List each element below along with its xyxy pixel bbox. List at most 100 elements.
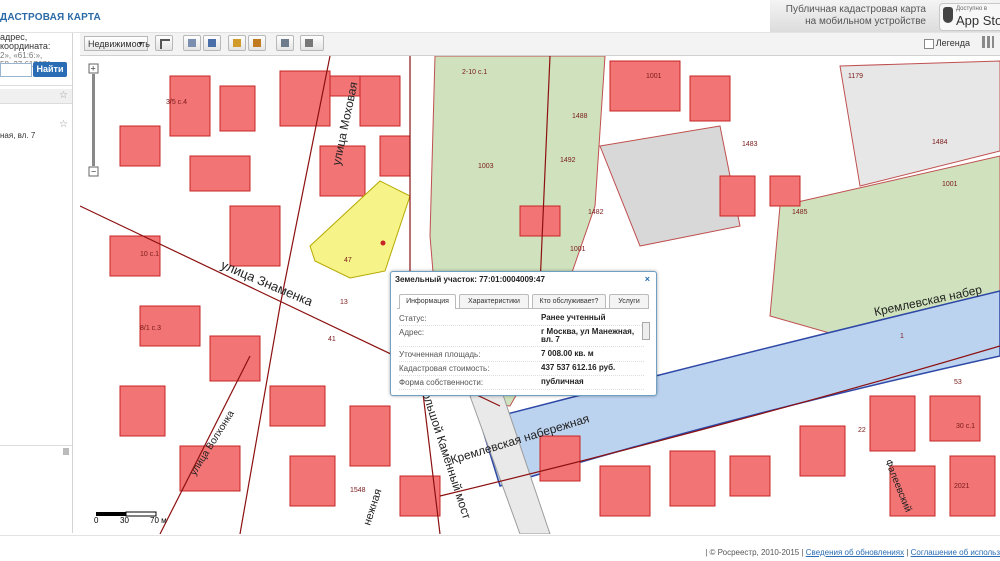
info-label: Форма собственности: [399, 378, 484, 387]
map-toolbar: Недвижимость ▼ Легенда [80, 33, 1000, 56]
scale-label: 30 [120, 516, 129, 525]
info-value: Ранее учтенный [541, 313, 606, 322]
agreement-link[interactable]: Соглашение об использ [911, 548, 1000, 557]
parcel[interactable] [229, 205, 281, 267]
parcel-label: 1 [900, 333, 904, 340]
parcel[interactable] [359, 75, 401, 127]
parcel-label: 8/1 с.3 [140, 325, 161, 332]
measure-tool-button[interactable] [228, 35, 246, 51]
parcel[interactable] [119, 385, 166, 437]
minus-icon: − [91, 167, 96, 177]
identify-icon [188, 39, 196, 47]
tab-info[interactable]: Информация [399, 294, 456, 309]
parcel[interactable] [349, 405, 391, 467]
search-input[interactable] [0, 63, 32, 77]
info-value: публичная [541, 377, 584, 386]
scale-label: 0 [94, 516, 99, 525]
parcel[interactable] [279, 70, 331, 127]
parcel[interactable] [689, 75, 731, 122]
layer-select[interactable]: Недвижимость ▼ [84, 36, 150, 51]
footer: | © Росреестр, 2010-2015 | Сведения об о… [0, 535, 1000, 561]
info-row: Уточненная площадь: 7 008.00 кв. м [399, 348, 644, 362]
mobile-promo[interactable]: Публичная кадастровая карта на мобильном… [770, 0, 1000, 32]
identify-tool-button[interactable] [183, 35, 201, 51]
favorite-star-icon[interactable]: ☆ [59, 90, 68, 101]
info-label: Адрес: [399, 328, 425, 337]
search-result-item[interactable]: ная, вл. 7 [0, 131, 35, 140]
parcel-label: 47 [344, 257, 352, 264]
print-button[interactable] [276, 35, 294, 51]
parcel[interactable] [289, 455, 336, 507]
parcel[interactable] [219, 85, 256, 132]
parcel[interactable] [769, 175, 801, 207]
building-tool-button[interactable] [203, 35, 221, 51]
parcel-label: 1485 [792, 209, 808, 216]
basemap-grid-icon[interactable] [982, 36, 994, 48]
legend-label: Легенда [935, 38, 970, 48]
search-hint-line: адрес, координата: [0, 33, 51, 51]
parcel-label: 1483 [742, 141, 758, 148]
parcel[interactable] [869, 395, 916, 452]
parcel-label: 2021 [954, 483, 970, 490]
appstore-label: App Stor [956, 13, 1000, 28]
parcel[interactable] [169, 75, 211, 137]
parcel[interactable] [729, 455, 771, 497]
parcel-label: 1548 [350, 487, 366, 494]
parcel-label: 1492 [560, 157, 576, 164]
parcel[interactable] [669, 450, 716, 507]
pointer-tool-button[interactable] [155, 35, 173, 51]
checkbox-icon [923, 38, 934, 49]
tab-services[interactable]: Услуги [609, 294, 649, 308]
popup-scrollbar[interactable] [642, 322, 650, 340]
footer-text: | © Росреестр, 2010-2015 | Сведения об о… [705, 548, 1000, 557]
layers-tool-button[interactable] [248, 35, 266, 51]
parcel-label: 22 [858, 427, 866, 434]
search-button[interactable]: Найти [33, 62, 67, 77]
parcel-label: 41 [328, 336, 336, 343]
parcel-label: 1001 [646, 73, 662, 80]
parcel[interactable] [269, 385, 326, 427]
trash-icon[interactable] [63, 448, 69, 455]
parcel-label: 10 с.1 [140, 251, 159, 258]
info-row: Статус: Ранее учтенный [399, 312, 644, 326]
parcel-label: 1001 [570, 246, 586, 253]
appstore-caption: Доступно в [956, 6, 988, 12]
parcel[interactable] [539, 435, 581, 482]
parcel[interactable] [929, 395, 981, 442]
updates-link[interactable]: Сведения об обновлениях [806, 548, 904, 557]
brand-title[interactable]: ДАСТРОВАЯ КАРТА [0, 12, 101, 23]
info-row: Форма собственности: публичная [399, 376, 644, 390]
parcel[interactable] [209, 335, 261, 382]
info-value: г Москва, ул Манежная, вл. 7 [541, 327, 635, 344]
parcel[interactable] [719, 175, 756, 217]
parcel[interactable] [189, 155, 251, 192]
parcel-label: 30 с.1 [956, 423, 975, 430]
parcel[interactable] [799, 425, 846, 477]
parcel[interactable] [379, 135, 411, 177]
draw-tool-button[interactable] [300, 35, 324, 51]
close-icon[interactable]: × [645, 274, 650, 284]
parcel-label: 1001 [942, 181, 958, 188]
tab-who-serves[interactable]: Кто обслуживает? [532, 294, 606, 308]
parcel-label: 1179 [848, 73, 863, 80]
info-row: Кадастровая стоимость: 437 537 612.16 руб… [399, 362, 644, 376]
search-hint-coords: 2», «61:6:», [0, 51, 43, 60]
parcel[interactable] [599, 465, 651, 517]
selection-marker [380, 240, 386, 246]
pencil-icon [305, 39, 313, 47]
tab-characteristics[interactable]: Характеристики [459, 294, 529, 308]
divider [0, 85, 72, 86]
parcel[interactable] [119, 125, 161, 167]
parcel-label: 13 [340, 299, 348, 306]
copyright: | © Росреестр, 2010-2015 | [705, 548, 804, 557]
favorite-star-icon[interactable]: ☆ [59, 119, 68, 130]
cursor-icon [160, 39, 170, 49]
building-icon [208, 39, 216, 47]
parcel[interactable] [519, 205, 561, 237]
parcel[interactable] [609, 60, 681, 112]
apple-icon [943, 7, 953, 23]
app-store-badge[interactable]: Доступно в App Stor [939, 3, 1000, 31]
legend-toggle[interactable]: Легенда [923, 38, 970, 49]
separator: | [906, 548, 909, 557]
parcel-label: 1484 [932, 139, 948, 146]
